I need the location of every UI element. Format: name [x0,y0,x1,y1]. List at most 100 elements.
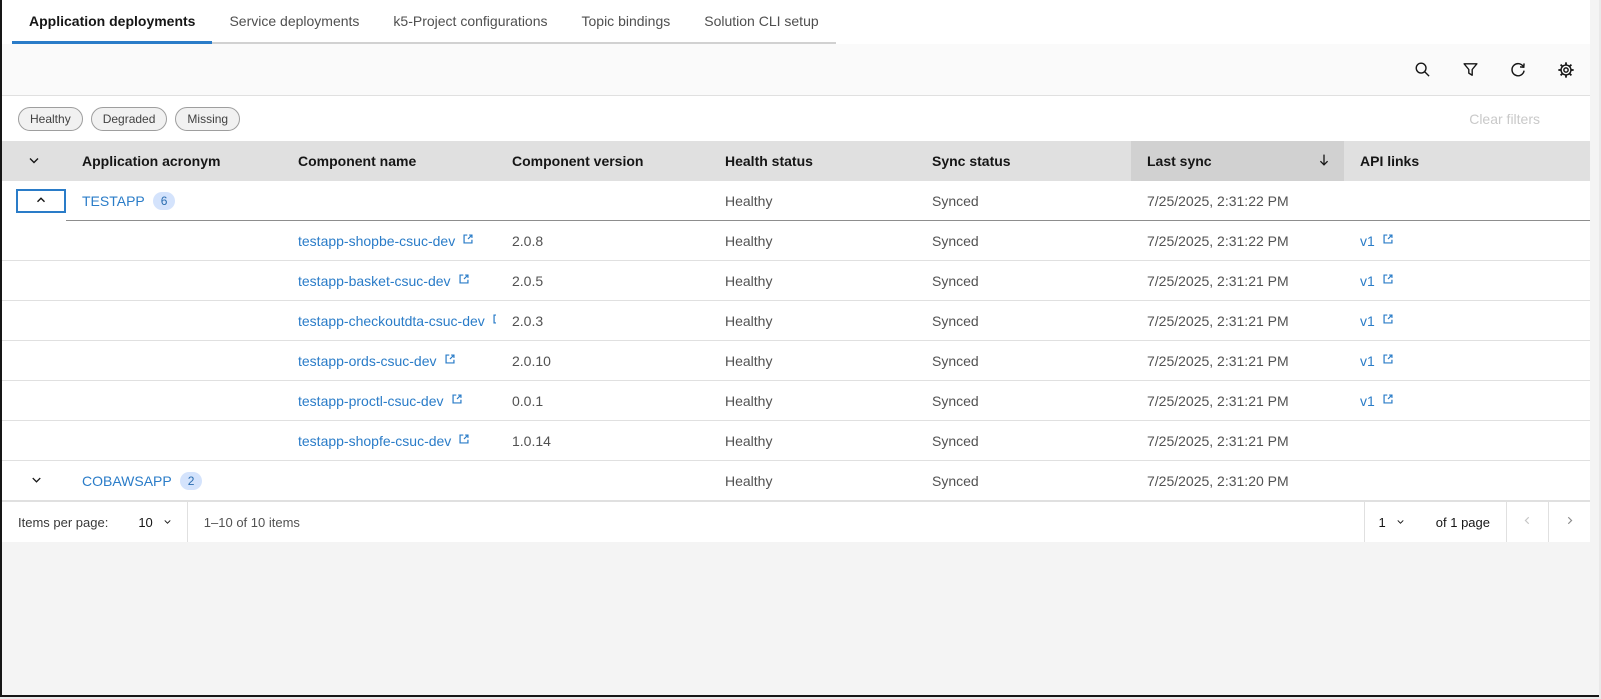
last-sync-cell: 7/25/2025, 2:31:21 PM [1131,341,1344,381]
collapse-row-button[interactable] [16,189,66,213]
items-per-page-select[interactable]: 10 [124,502,186,542]
chevron-down-icon [26,152,42,171]
previous-page-button[interactable] [1506,502,1548,542]
sync-status-cell: Synced [916,221,1131,261]
chevron-down-icon [162,515,173,530]
filter-icon [1462,61,1479,78]
last-sync-cell: 7/25/2025, 2:31:22 PM [1131,181,1344,221]
settings-icon [1557,61,1575,79]
header-health-status[interactable]: Health status [709,141,916,181]
health-status-cell: Healthy [709,381,916,421]
table-toolbar [2,44,1590,96]
tab-k5-project-configurations[interactable]: k5-Project configurations [376,0,565,44]
api-version-link[interactable]: v1 [1360,312,1395,329]
tab-bar: Application deployments Service deployme… [2,0,1590,44]
clear-filters-button[interactable]: Clear filters [1469,111,1540,127]
table-row-basket: testapp-basket-csuc-dev 2.0.5 Healthy Sy… [2,261,1590,301]
tab-topic-bindings[interactable]: Topic bindings [564,0,688,44]
tab-service-deployments[interactable]: Service deployments [212,0,377,44]
health-status-cell: Healthy [709,301,916,341]
header-sync-status[interactable]: Sync status [916,141,1131,181]
chevron-down-icon [29,472,44,490]
component-name-link[interactable]: testapp-shopbe-csuc-dev [298,232,475,249]
component-name-link[interactable]: testapp-checkoutdta-csuc-dev [298,312,496,329]
sync-status-cell: Synced [916,461,1131,501]
api-version-link[interactable]: v1 [1360,232,1395,249]
chevron-down-icon [1395,515,1406,530]
last-sync-cell: 7/25/2025, 2:31:21 PM [1131,261,1344,301]
last-sync-cell: 7/25/2025, 2:31:22 PM [1131,221,1344,261]
page-number-select[interactable]: 1 [1365,502,1420,542]
next-page-button[interactable] [1548,502,1590,542]
search-icon [1414,61,1431,78]
refresh-button[interactable] [1494,44,1542,96]
component-version-cell: 2.0.3 [496,301,709,341]
component-name-link[interactable]: testapp-basket-csuc-dev [298,272,471,289]
launch-icon [457,272,471,289]
filter-button[interactable] [1446,44,1494,96]
table-row-checkoutdta: testapp-checkoutdta-csuc-dev 2.0.3 Healt… [2,301,1590,341]
sync-status-cell: Synced [916,181,1131,221]
component-count-badge: 6 [152,191,176,210]
component-version-cell: 0.0.1 [496,381,709,421]
items-range-text: 1–10 of 10 items [203,514,300,530]
sync-status-cell: Synced [916,341,1131,381]
component-name-link[interactable]: testapp-shopfe-csuc-dev [298,432,471,449]
launch-icon [457,432,471,449]
launch-icon [461,232,475,249]
search-button[interactable] [1398,44,1446,96]
api-version-link[interactable]: v1 [1360,392,1395,409]
sync-status-cell: Synced [916,421,1131,461]
launch-icon [1381,312,1395,329]
launch-icon [1381,392,1395,409]
content-area: Application deployments Service deployme… [2,0,1590,542]
filter-tag-missing[interactable]: Missing [175,106,241,131]
application-acronym-link[interactable]: COBAWSAPP [82,473,172,489]
launch-icon [443,352,457,369]
expand-row-button[interactable] [16,461,56,500]
tab-solution-cli-setup[interactable]: Solution CLI setup [687,0,836,44]
filter-tag-degraded[interactable]: Degraded [90,106,168,131]
health-status-cell: Healthy [709,221,916,261]
header-last-sync[interactable]: Last sync [1131,141,1344,181]
settings-button[interactable] [1542,44,1590,96]
tab-application-deployments[interactable]: Application deployments [12,0,213,44]
pagination-bar: Items per page: 10 1–10 of 10 items 1 of… [2,501,1590,542]
health-status-cell: Healthy [709,421,916,461]
component-name-link[interactable]: testapp-ords-csuc-dev [298,352,457,369]
filter-row: Healthy Degraded Missing Clear filters [2,96,1590,141]
items-per-page-label: Items per page: [18,514,109,530]
table-row-shopbe: testapp-shopbe-csuc-dev 2.0.8 Healthy Sy… [2,221,1590,261]
page-count-text: of 1 page [1435,514,1490,530]
header-component-version[interactable]: Component version [496,141,709,181]
component-version-cell: 1.0.14 [496,421,709,461]
table-row-cobawsapp: COBAWSAPP 2 Healthy Synced 7/25/2025, 2:… [2,461,1590,501]
expand-all-header[interactable] [2,141,66,181]
health-status-cell: Healthy [709,181,916,221]
component-version-cell: 2.0.10 [496,341,709,381]
application-acronym-link[interactable]: TESTAPP [82,193,145,209]
launch-icon [1381,272,1395,289]
chevron-right-icon [1563,514,1576,530]
chevron-up-icon [34,193,48,210]
header-api-links[interactable]: API links [1344,141,1590,181]
refresh-icon [1509,61,1527,79]
last-sync-cell: 7/25/2025, 2:31:21 PM [1131,381,1344,421]
header-application-acronym[interactable]: Application acronym [66,141,282,181]
api-version-link[interactable]: v1 [1360,272,1395,289]
table-row-proctl: testapp-proctl-csuc-dev 0.0.1 Healthy Sy… [2,381,1590,421]
last-sync-cell: 7/25/2025, 2:31:21 PM [1131,301,1344,341]
table-row-ords: testapp-ords-csuc-dev 2.0.10 Healthy Syn… [2,341,1590,381]
component-version-cell: 2.0.8 [496,221,709,261]
component-version-cell: 2.0.5 [496,261,709,301]
header-component-name[interactable]: Component name [282,141,496,181]
filter-tag-healthy[interactable]: Healthy [18,106,83,131]
sync-status-cell: Synced [916,301,1131,341]
component-count-badge: 2 [179,471,203,490]
sync-status-cell: Synced [916,381,1131,421]
api-version-link[interactable]: v1 [1360,352,1395,369]
app-window: Application deployments Service deployme… [0,0,1599,697]
component-name-link[interactable]: testapp-proctl-csuc-dev [298,392,464,409]
table-body: TESTAPP 6 Healthy Synced 7/25/2025, 2:31… [2,181,1590,501]
launch-icon [1381,232,1395,249]
